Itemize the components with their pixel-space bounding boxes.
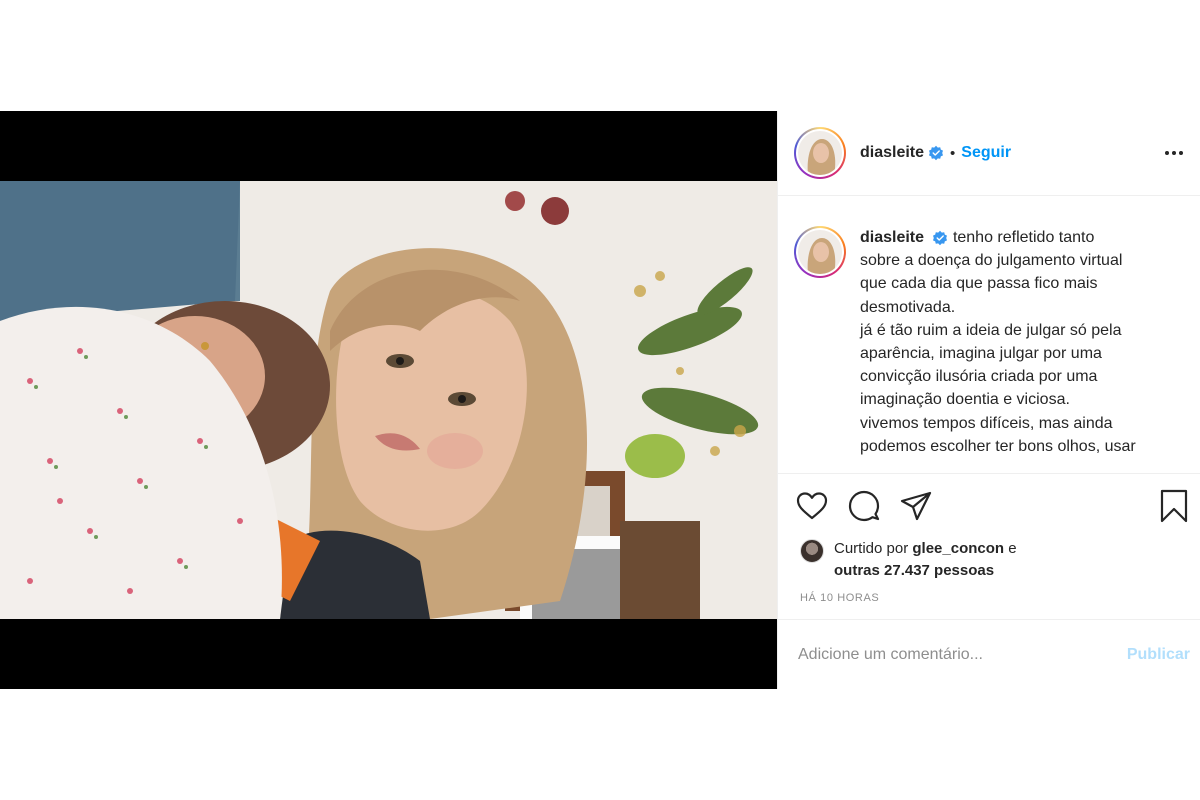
- comment-input[interactable]: [798, 645, 1127, 664]
- likes-prefix: Curtido por: [834, 540, 909, 557]
- verified-badge-icon: [929, 145, 944, 161]
- caption-line: tenho refletido tanto: [952, 229, 1095, 246]
- caption-avatar[interactable]: [794, 226, 846, 278]
- caption-line: podemos escolher ter bons olhos, usar: [860, 437, 1136, 455]
- username-link[interactable]: diasleite: [860, 144, 924, 162]
- liker-avatar[interactable]: [800, 539, 824, 563]
- heart-icon[interactable]: [794, 488, 830, 524]
- likes-text: Curtido por glee_concon e outras 27.437 …: [834, 538, 1017, 582]
- caption-line: desmotivada.: [860, 298, 956, 316]
- likes-summary: Curtido por glee_concon e outras 27.437 …: [778, 538, 1200, 582]
- caption-line: sobre a doença do julgamento virtual: [860, 252, 1123, 270]
- follow-button[interactable]: Seguir: [961, 144, 1011, 162]
- likes-conj: e: [1008, 540, 1017, 557]
- likes-count-link[interactable]: outras 27.437 pessoas: [834, 562, 994, 579]
- avatar[interactable]: [794, 127, 846, 179]
- instagram-post: diasleite • Seguir diasleite tenho refle…: [0, 111, 1200, 689]
- more-options-icon[interactable]: [1162, 141, 1186, 165]
- caption-line: vivemos tempos difíceis, mas ainda: [860, 414, 1113, 432]
- caption-line: já é tão ruim a ideia de julgar só pela: [860, 321, 1122, 339]
- caption-line: aparência, imagina julgar por uma: [860, 345, 1102, 363]
- publish-button[interactable]: Publicar: [1127, 646, 1190, 664]
- share-icon[interactable]: [898, 488, 934, 524]
- post-media[interactable]: [0, 111, 777, 689]
- caption-line: que cada dia que passa fico mais: [860, 275, 1098, 293]
- caption-line: imaginação doentia e viciosa.: [860, 391, 1070, 409]
- liker-username[interactable]: glee_concon: [912, 540, 1004, 557]
- comment-icon[interactable]: [846, 488, 882, 524]
- comment-form: Publicar: [778, 619, 1200, 689]
- post-timestamp[interactable]: HÁ 10 HORAS: [778, 582, 1200, 604]
- bookmark-icon[interactable]: [1156, 488, 1192, 524]
- caption-username[interactable]: diasleite: [860, 229, 924, 246]
- page: diasleite • Seguir diasleite tenho refle…: [0, 0, 1200, 800]
- caption-text: diasleite tenho refletido tanto sobre a …: [860, 226, 1165, 473]
- post-sidebar: diasleite • Seguir diasleite tenho refle…: [777, 111, 1200, 689]
- caption-line: convicção ilusória criada por uma: [860, 368, 1098, 386]
- action-bar: [778, 474, 1200, 538]
- post-header: diasleite • Seguir: [778, 111, 1200, 196]
- verified-badge-icon: [933, 230, 948, 245]
- caption-section: diasleite tenho refletido tanto sobre a …: [778, 196, 1200, 474]
- post-photo: [0, 181, 777, 619]
- separator-dot: •: [950, 144, 956, 162]
